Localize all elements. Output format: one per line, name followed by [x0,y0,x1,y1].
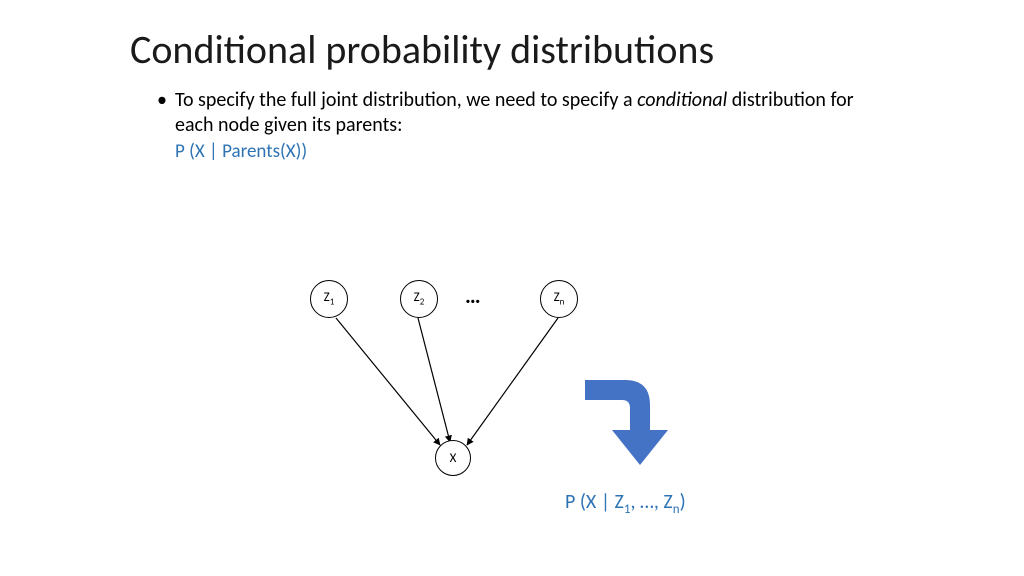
result-sub2: n [673,502,680,517]
implies-arrow-icon [570,350,690,470]
node-z2: Z2 [400,280,438,318]
node-z1: Z1 [310,280,348,318]
result-mid: , …, Z [631,490,673,514]
bullet-text: To specify the full joint distribution, … [175,88,875,164]
node-zn: Zn [540,280,578,318]
slide-title: Conditional probability distributions [130,25,714,74]
node-z2-label: Z2 [414,290,425,308]
bullet-formula: P (X | Parents(X)) [175,140,875,164]
diagram-dots: … [465,282,484,309]
result-sub1: 1 [624,502,631,517]
node-zn-label: Zn [554,290,565,308]
node-x: X [435,440,471,476]
bullet-pre: To specify the full joint distribution, … [175,88,637,112]
bullet-italic: conditional [637,88,727,112]
result-formula: P (X | Z1, …, Zn) [565,490,686,517]
result-pre: P (X | Z [565,490,624,514]
result-post: ) [680,490,686,514]
node-z1-label: Z1 [324,290,335,308]
slide: Conditional probability distributions To… [0,0,1024,576]
node-x-label: X [450,451,457,466]
